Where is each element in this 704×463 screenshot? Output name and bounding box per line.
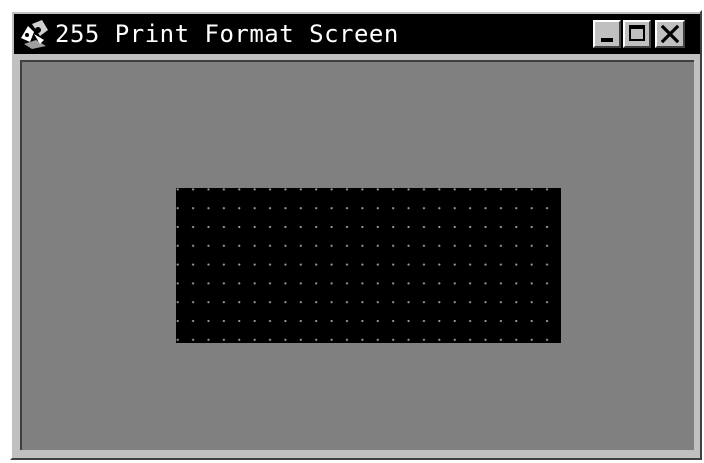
maximize-button[interactable]	[623, 20, 651, 48]
close-button[interactable]	[655, 20, 685, 48]
minimize-button[interactable]	[593, 20, 621, 48]
print-format-app-icon[interactable]	[18, 18, 52, 50]
title-bar[interactable]: 255 Print Format Screen	[14, 14, 700, 54]
print-format-window: 255 Print Format Screen	[10, 10, 702, 460]
window-title: 255 Print Format Screen	[55, 20, 399, 48]
client-area	[20, 60, 694, 450]
maximize-icon	[629, 25, 645, 41]
minimize-icon	[601, 38, 613, 42]
print-format-grid[interactable]	[176, 188, 561, 343]
close-icon	[660, 24, 680, 44]
